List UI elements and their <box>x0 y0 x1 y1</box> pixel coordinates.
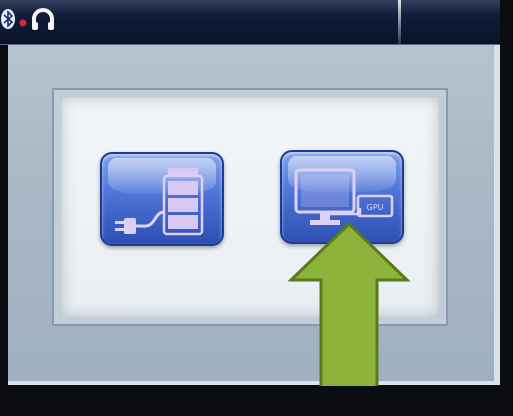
bluetooth-icon <box>0 7 16 35</box>
screen-glare <box>398 0 401 44</box>
status-icons <box>0 8 56 34</box>
status-bar-sheen <box>0 0 500 14</box>
gpu-badge-text: GPU <box>367 203 384 212</box>
headset-icon <box>30 7 56 35</box>
device-screen: GPU <box>0 0 513 416</box>
screen-bezel-bottom <box>0 386 513 416</box>
battery-plug-icon <box>115 168 204 236</box>
power-source-button[interactable] <box>100 152 224 246</box>
screen-bezel-right <box>500 0 513 416</box>
status-indicator-icon <box>18 7 28 35</box>
status-bar <box>0 0 500 45</box>
